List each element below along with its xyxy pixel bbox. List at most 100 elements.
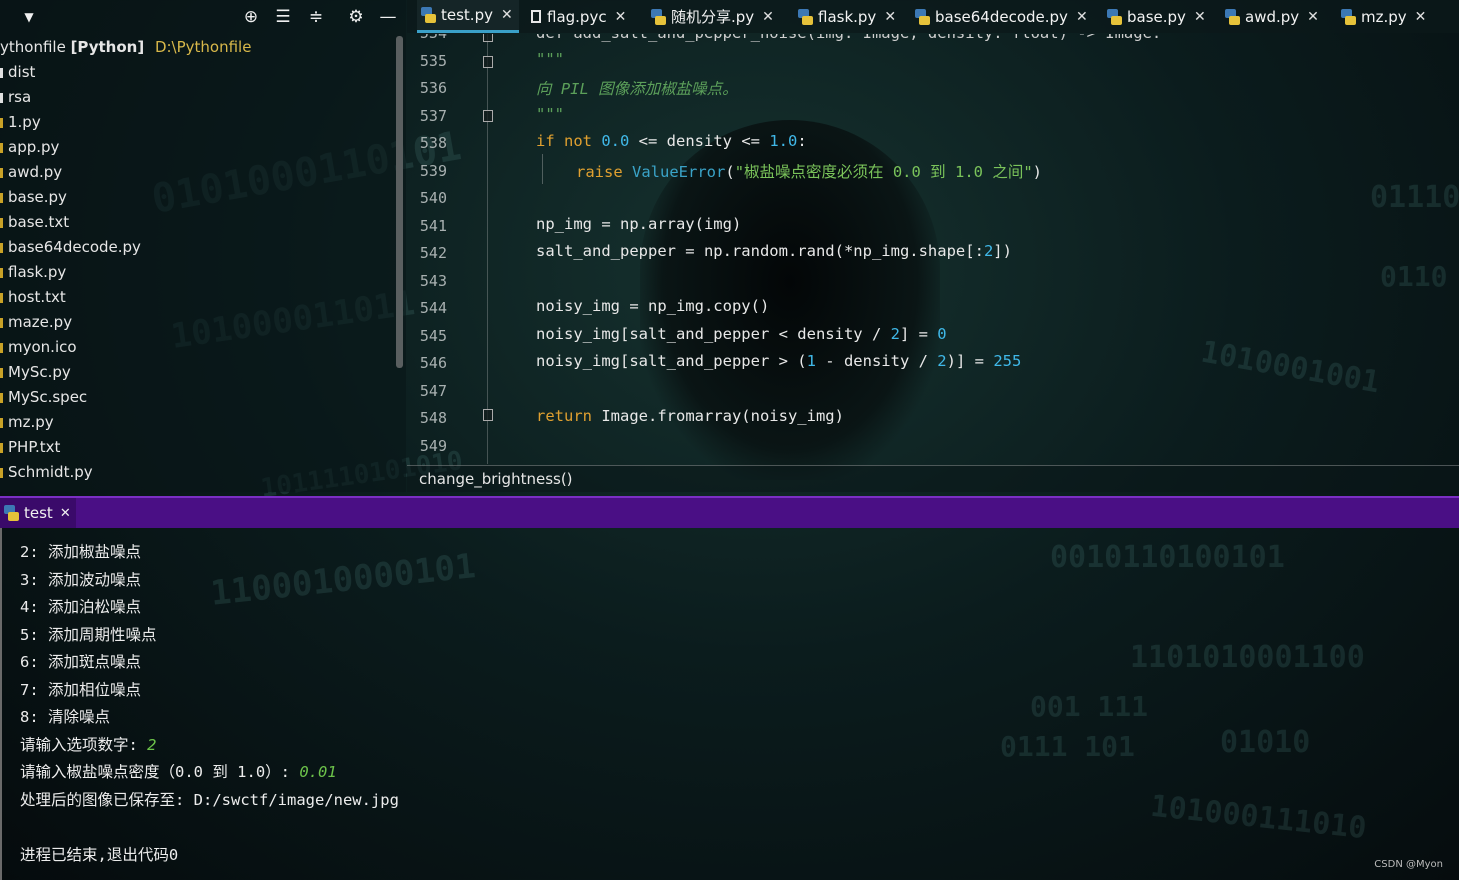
code-text: <= density <= xyxy=(629,132,770,150)
editor-tab[interactable]: awd.py ✕ xyxy=(1225,0,1325,33)
close-icon[interactable]: ✕ xyxy=(1307,9,1319,25)
code-line: raise ValueError("椒盐噪点密度必须在 0.0 到 1.0 之间… xyxy=(576,160,1042,182)
line-number: 536 xyxy=(419,79,447,97)
code-line: noisy_img[salt_and_pepper < density / 2]… xyxy=(536,325,947,343)
tree-file[interactable]: awd.py xyxy=(0,160,400,185)
close-icon[interactable]: ✕ xyxy=(1194,9,1206,25)
close-icon[interactable]: ✕ xyxy=(1415,9,1427,25)
fold-marker-icon[interactable] xyxy=(483,34,493,42)
fold-marker-icon[interactable] xyxy=(483,409,493,421)
run-console[interactable]: 2: 添加椒盐噪点 3: 添加波动噪点 4: 添加泊松噪点 5: 添加周期性噪点 6: … xyxy=(0,528,1459,880)
number-literal: 2 xyxy=(890,325,900,343)
number-literal: 1.0 xyxy=(769,132,798,150)
project-toolbar: ▼ ⊕ ☰ ≑ ⚙ — xyxy=(0,0,406,34)
locate-crosshair-icon[interactable]: ⊕ xyxy=(240,6,262,28)
collapse-all-icon[interactable]: ≑ xyxy=(305,6,327,28)
line-number: 542 xyxy=(419,244,447,262)
code-text: salt_and_pepper = np.random.rand(*np_img… xyxy=(536,242,984,260)
tree-folder[interactable]: dist xyxy=(0,60,400,85)
line-number: 546 xyxy=(419,354,447,372)
breadcrumb[interactable]: change_brightness() xyxy=(407,465,1459,492)
editor-tab-label: flask.py xyxy=(818,7,877,26)
tree-file[interactable]: app.py xyxy=(0,135,400,160)
line-number: 543 xyxy=(419,271,447,290)
close-icon[interactable]: ✕ xyxy=(762,9,774,25)
code-editor[interactable]: 534 535 536 537 538 539 540 541 542 543 544 545 546 5… xyxy=(407,34,1459,464)
editor-tab[interactable]: base.py ✕ xyxy=(1107,0,1212,33)
line-gutter: 534 535 536 537 538 539 540 541 542 543 544 545 546 5… xyxy=(407,34,493,464)
tree-file[interactable]: PHP.txt xyxy=(0,435,400,460)
tree-file[interactable]: host.txt xyxy=(0,285,400,310)
console-prompt: 请输入选项数字: xyxy=(20,736,148,754)
class-name: ValueError xyxy=(632,163,726,181)
dropdown-arrow-icon[interactable]: ▼ xyxy=(18,6,40,28)
close-icon[interactable]: ✕ xyxy=(1076,9,1088,25)
editor-tab[interactable]: test.py ✕ xyxy=(417,0,519,33)
code-line: """ xyxy=(536,50,564,68)
tree-item-label: dist xyxy=(8,63,36,81)
editor-tab[interactable]: flag.pyc ✕ xyxy=(531,0,632,33)
tree-file[interactable]: MySc.py xyxy=(0,360,400,385)
python-file-icon xyxy=(0,193,3,203)
project-root-name: ythonfile xyxy=(0,38,66,56)
console-prompt: 请输入椒盐噪点密度（0.0 到 1.0）: xyxy=(20,763,300,781)
run-tab-test[interactable]: test ✕ xyxy=(0,498,76,528)
editor-tab[interactable]: 随机分享.py ✕ xyxy=(651,0,780,33)
close-icon[interactable]: ✕ xyxy=(884,9,896,25)
tree-item-label: base.py xyxy=(8,188,67,206)
editor-tab[interactable]: base64decode.py ✕ xyxy=(915,0,1094,33)
code-line: noisy_img[salt_and_pepper > (1 - density… xyxy=(536,352,1021,370)
tree-file[interactable]: base.py xyxy=(0,185,400,210)
python-file-icon xyxy=(1107,8,1122,25)
tree-file[interactable]: myon.ico xyxy=(0,335,400,360)
console-input: 2 xyxy=(147,736,157,754)
editor-tab[interactable]: mz.py ✕ xyxy=(1341,0,1432,33)
close-icon[interactable]: ✕ xyxy=(60,506,71,521)
number-literal: 0.0 xyxy=(601,132,630,150)
fold-marker-icon[interactable] xyxy=(483,110,493,122)
tree-item-label: MySc.spec xyxy=(8,388,88,406)
line-number: 549 xyxy=(419,436,447,455)
keyword: return xyxy=(536,407,592,425)
gear-icon[interactable]: ⚙ xyxy=(345,6,367,28)
keyword: raise xyxy=(576,163,623,181)
close-icon[interactable]: ✕ xyxy=(501,7,513,23)
tree-file[interactable]: flask.py xyxy=(0,260,400,285)
project-scrollbar[interactable] xyxy=(396,36,403,368)
tree-item-label: base.txt xyxy=(8,213,70,231)
tree-file[interactable]: 1.py xyxy=(0,110,400,135)
run-panel-header: test ✕ xyxy=(0,496,1459,528)
tree-file[interactable]: Schmidt.py xyxy=(0,460,400,485)
project-root[interactable]: ythonfile [Python] D:\Pythonfile xyxy=(0,38,251,56)
line-number: 539 xyxy=(419,161,447,180)
line-number: 538 xyxy=(419,134,447,152)
python-file-icon xyxy=(4,505,19,521)
python-file-icon xyxy=(651,8,666,25)
tree-folder[interactable]: rsa xyxy=(0,85,400,110)
tree-item-label: 1.py xyxy=(8,113,41,131)
editor-tab-label: 随机分享.py xyxy=(671,8,755,26)
editor-tab-bar: test.py ✕ flag.pyc ✕ 随机分享.py ✕ flask.py ✕ base64… xyxy=(407,0,1459,33)
tree-file[interactable]: base.txt xyxy=(0,210,400,235)
project-tree: dist rsa 1.py app.py awd.py base.py base.txt ba… xyxy=(0,60,400,485)
tree-file[interactable]: mz.py xyxy=(0,410,400,435)
number-literal: 0 xyxy=(937,325,947,343)
tree-file[interactable]: MySc.spec xyxy=(0,385,400,410)
indent-guide xyxy=(542,154,543,184)
close-icon[interactable]: ✕ xyxy=(615,9,627,25)
tree-file[interactable]: maze.py xyxy=(0,310,400,335)
python-file-icon xyxy=(0,393,3,403)
code-line: noisy_img = np_img.copy() xyxy=(536,297,770,315)
tree-item-label: host.txt xyxy=(8,288,66,306)
console-input: 0.01 xyxy=(299,763,337,781)
expand-all-icon[interactable]: ☰ xyxy=(272,6,294,28)
tree-item-label: app.py xyxy=(8,138,60,156)
editor-tab[interactable]: flask.py ✕ xyxy=(798,0,902,33)
line-number: 535 xyxy=(419,51,447,70)
minimize-icon[interactable]: — xyxy=(377,6,399,28)
python-file-icon xyxy=(0,368,3,378)
code-text: - density / xyxy=(815,352,938,370)
fold-marker-icon[interactable] xyxy=(483,56,493,68)
line-number: 534 xyxy=(413,34,447,42)
tree-file[interactable]: base64decode.py xyxy=(0,235,400,260)
